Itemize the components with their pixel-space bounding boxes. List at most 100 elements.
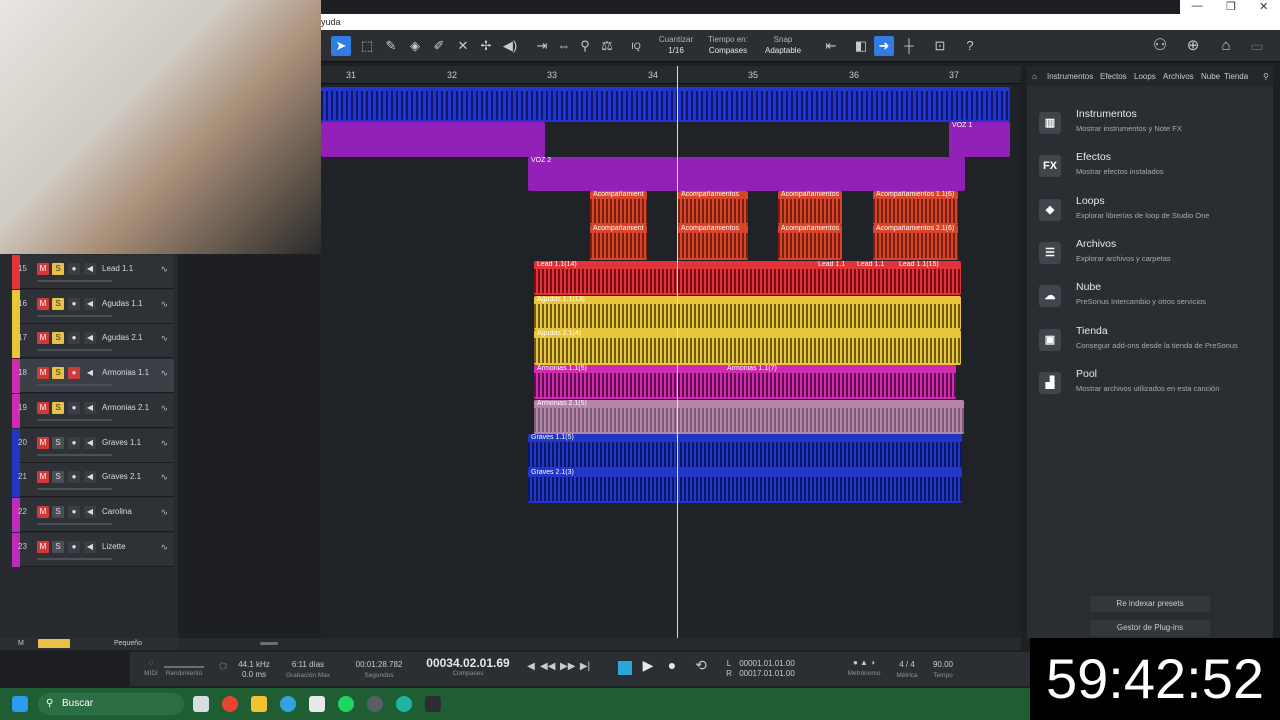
studio-one-icon[interactable] [425,696,441,712]
listen-tool-icon[interactable]: ◀) [500,36,520,56]
solo-button[interactable]: S [52,505,64,518]
snap-mode-icon[interactable]: ⇤ [821,36,841,56]
mute-button[interactable]: M [37,263,49,275]
monitor-icon[interactable]: ◀ [84,540,96,553]
record-arm-icon[interactable]: ● [68,471,80,484]
close-button[interactable]: ✕ [1259,0,1268,14]
mute-button[interactable]: M [37,436,49,449]
record-arm-icon[interactable]: ● [68,505,80,518]
browser-item[interactable]: ▟ Pool Mostrar archivos utilizados en esta… [1039,368,1263,408]
waveform-icon[interactable]: ∿ [160,299,168,310]
track-name[interactable]: Lead 1.1 [102,264,133,273]
plugin-manager-button[interactable]: Gestor de Plug-ins [1090,620,1210,636]
position-display[interactable]: 00034.02.01.69 Compases [420,657,516,679]
record-arm-icon[interactable]: ● [68,332,80,345]
monitor-icon[interactable]: ◀ [84,367,96,380]
snap-grid-icon[interactable]: ◧ [851,36,871,56]
zoom-tool-icon[interactable]: ⚲ [575,36,595,56]
track-name[interactable]: Graves 2.1 [102,472,141,481]
waveform-icon[interactable]: ∿ [160,542,168,553]
paint-tool-icon[interactable]: ✐ [429,36,449,56]
mute-button[interactable]: M [37,367,49,380]
record-arm-icon[interactable]: ● [68,436,80,449]
record-arm-icon[interactable]: ● [68,367,80,380]
home-icon[interactable]: ⌂ [1216,36,1236,56]
horizontal-scrollbar[interactable] [178,638,1021,650]
mute-button[interactable]: M [37,332,49,345]
solo-button[interactable]: S [52,332,64,345]
browser-item[interactable]: ☁ Nube PreSonus Intercambio y otros servic… [1039,281,1263,321]
autoscroll-icon[interactable]: ➜ [874,36,894,56]
metronome-control[interactable]: ● ▲ ◑ Metrónomo [844,658,884,679]
track-name[interactable]: Carolina [102,507,132,516]
browser-item[interactable]: ☰ Archivos Explorar archivos y carpetas [1039,238,1263,278]
waveform-icon[interactable]: ∿ [160,403,168,414]
monitor-icon[interactable]: ◀ [84,332,96,345]
loop-end[interactable]: 00017.01.01.00 [734,669,800,679]
scrollbar-thumb[interactable] [260,642,278,645]
forward-icon[interactable]: ▶▶ [560,662,575,672]
reindex-presets-button[interactable]: Re indexar presets [1090,596,1210,612]
monitor-icon[interactable]: ◀ [84,471,96,484]
solo-button[interactable]: S [52,401,64,414]
range-tool-icon[interactable]: ⬚ [357,36,377,56]
track-row[interactable]: 21 M S ● ◀ Graves 2.1 ∿ [12,463,174,498]
browser-item[interactable]: ▣ Tienda Conseguir add-ons desde la tienda… [1039,325,1263,365]
solo-indicator[interactable] [38,639,70,648]
obs-icon[interactable] [367,696,383,712]
track-name[interactable]: Armonias 2.1 [102,403,149,412]
plugin-icon[interactable]: ⊕ [1183,36,1203,56]
marker-icon[interactable]: ┼ [899,36,919,56]
monitor-icon[interactable]: ◀ [84,401,96,414]
tab-loops[interactable]: Loops [1134,72,1156,81]
volume-fader[interactable] [37,384,112,387]
stop-button[interactable] [618,661,632,675]
browser-home-icon[interactable]: ⌂ [1032,72,1037,81]
track-name[interactable]: Armonias 1.1 [102,368,149,377]
track-row[interactable]: 17 M S ● ◀ Agudas 2.1 ∿ [12,324,174,359]
playhead-cursor[interactable] [677,66,678,638]
forward-end-icon[interactable]: ▶| [578,662,592,672]
volume-fader[interactable] [37,522,112,525]
track-row[interactable]: 20 M S ● ◀ Graves 1.1 ∿ [12,428,174,463]
track-row[interactable]: 22 M S ● ◀ Carolina ∿ [12,497,174,532]
clip-armonias-1[interactable]: Armonias 1.1(5) Armonias 1.1(7) [534,365,956,399]
solo-button[interactable]: S [52,263,64,275]
tab-tienda[interactable]: Tienda [1224,72,1248,81]
volume-fader[interactable] [37,453,112,456]
clip-purple-1[interactable] [321,122,545,157]
volume-fader[interactable] [37,488,112,491]
track-name[interactable]: Agudas 1.1 [102,299,142,308]
eraser-tool-icon[interactable]: ◈ [405,36,425,56]
solo-button[interactable]: S [52,540,64,553]
split-tool-icon[interactable]: ⚖ [597,36,617,56]
record-arm-icon[interactable]: ● [68,263,80,275]
panel-icon[interactable]: ▭ [1247,36,1267,56]
rewind-icon[interactable]: ◀◀ [540,662,555,672]
clip-acompanamientos[interactable]: Acompañamientos [778,225,842,260]
rewind-start-icon[interactable]: ◀ [524,662,538,672]
chrome-icon[interactable] [222,696,238,712]
arrow-tool-icon[interactable]: ➤ [331,36,351,56]
solo-button[interactable]: S [52,367,64,380]
record-arm-icon[interactable]: ● [68,401,80,414]
taskbar-search[interactable]: ⚲ Buscar [38,693,184,715]
clip-acompanamientos[interactable]: Acompañamientos [678,191,748,225]
audio-settings[interactable]: 44.1 kHz 0.0 ms [234,660,274,680]
track-row[interactable]: 18 M S ● ◀ Armonias 1.1 ∿ [12,359,174,394]
seconds-display[interactable]: 00:01:28.782 Segundos [348,660,410,681]
tab-efectos[interactable]: Efectos [1100,72,1127,81]
mute-button[interactable]: M [37,540,49,553]
clip-acompanamientos[interactable]: Acompañamientos 1.1(6) [873,191,958,225]
waveform-icon[interactable]: ∿ [160,333,168,344]
record-button[interactable]: ● [664,658,680,672]
volume-fader[interactable] [37,280,112,282]
spotify-icon[interactable] [338,696,354,712]
edge-icon[interactable] [396,696,412,712]
browser-item[interactable]: ▥ Instrumentos Mostrar instrumentos y Note… [1039,108,1263,148]
arrange-view[interactable]: VOZ 1 VOZ 2 Acompañamient Acompañamiento… [321,84,1021,638]
track-row[interactable]: 23 M S ● ◀ Lizette ∿ [12,532,174,567]
tab-archivos[interactable]: Archivos [1163,72,1194,81]
waveform-icon[interactable]: ∿ [160,264,168,275]
tab-nube[interactable]: Nube [1201,72,1220,81]
